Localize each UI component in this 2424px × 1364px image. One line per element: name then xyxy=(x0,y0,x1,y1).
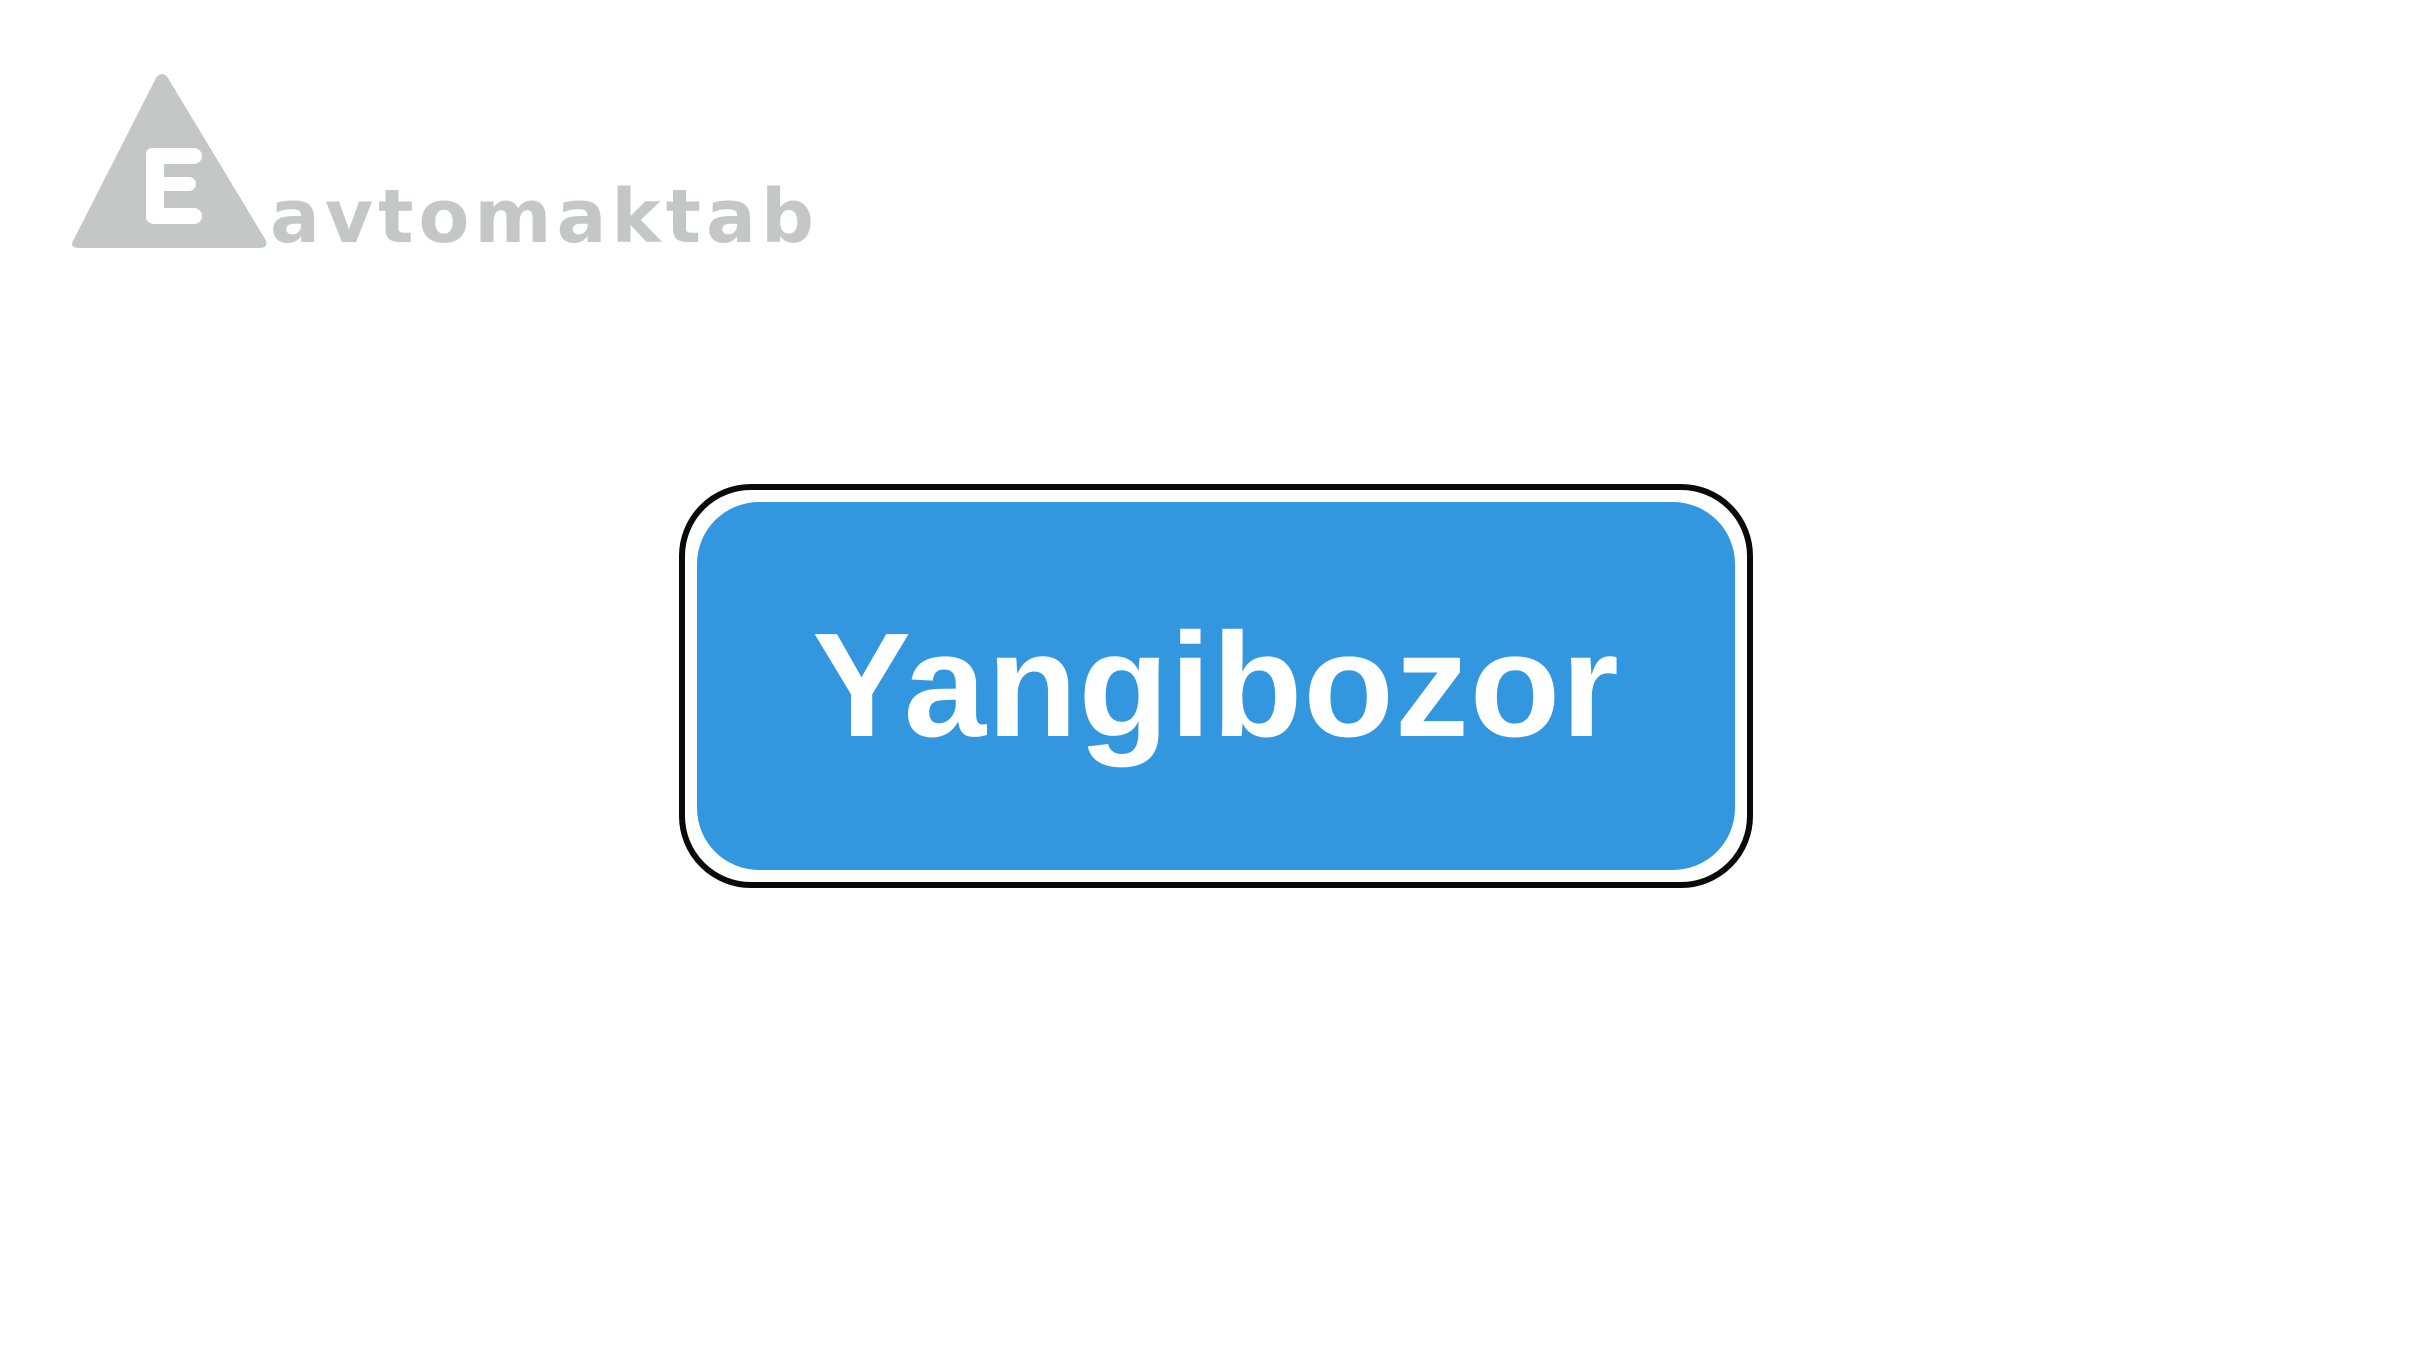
avtomaktab-logo: avtomaktab xyxy=(70,72,814,254)
triangle-e-logo-icon xyxy=(72,74,267,248)
logo-wordmark: avtomaktab xyxy=(270,174,819,260)
sign-text: Yangibozor xyxy=(812,603,1620,768)
sign-panel: Yangibozor xyxy=(697,502,1735,870)
place-name-sign: Yangibozor xyxy=(679,484,1753,888)
